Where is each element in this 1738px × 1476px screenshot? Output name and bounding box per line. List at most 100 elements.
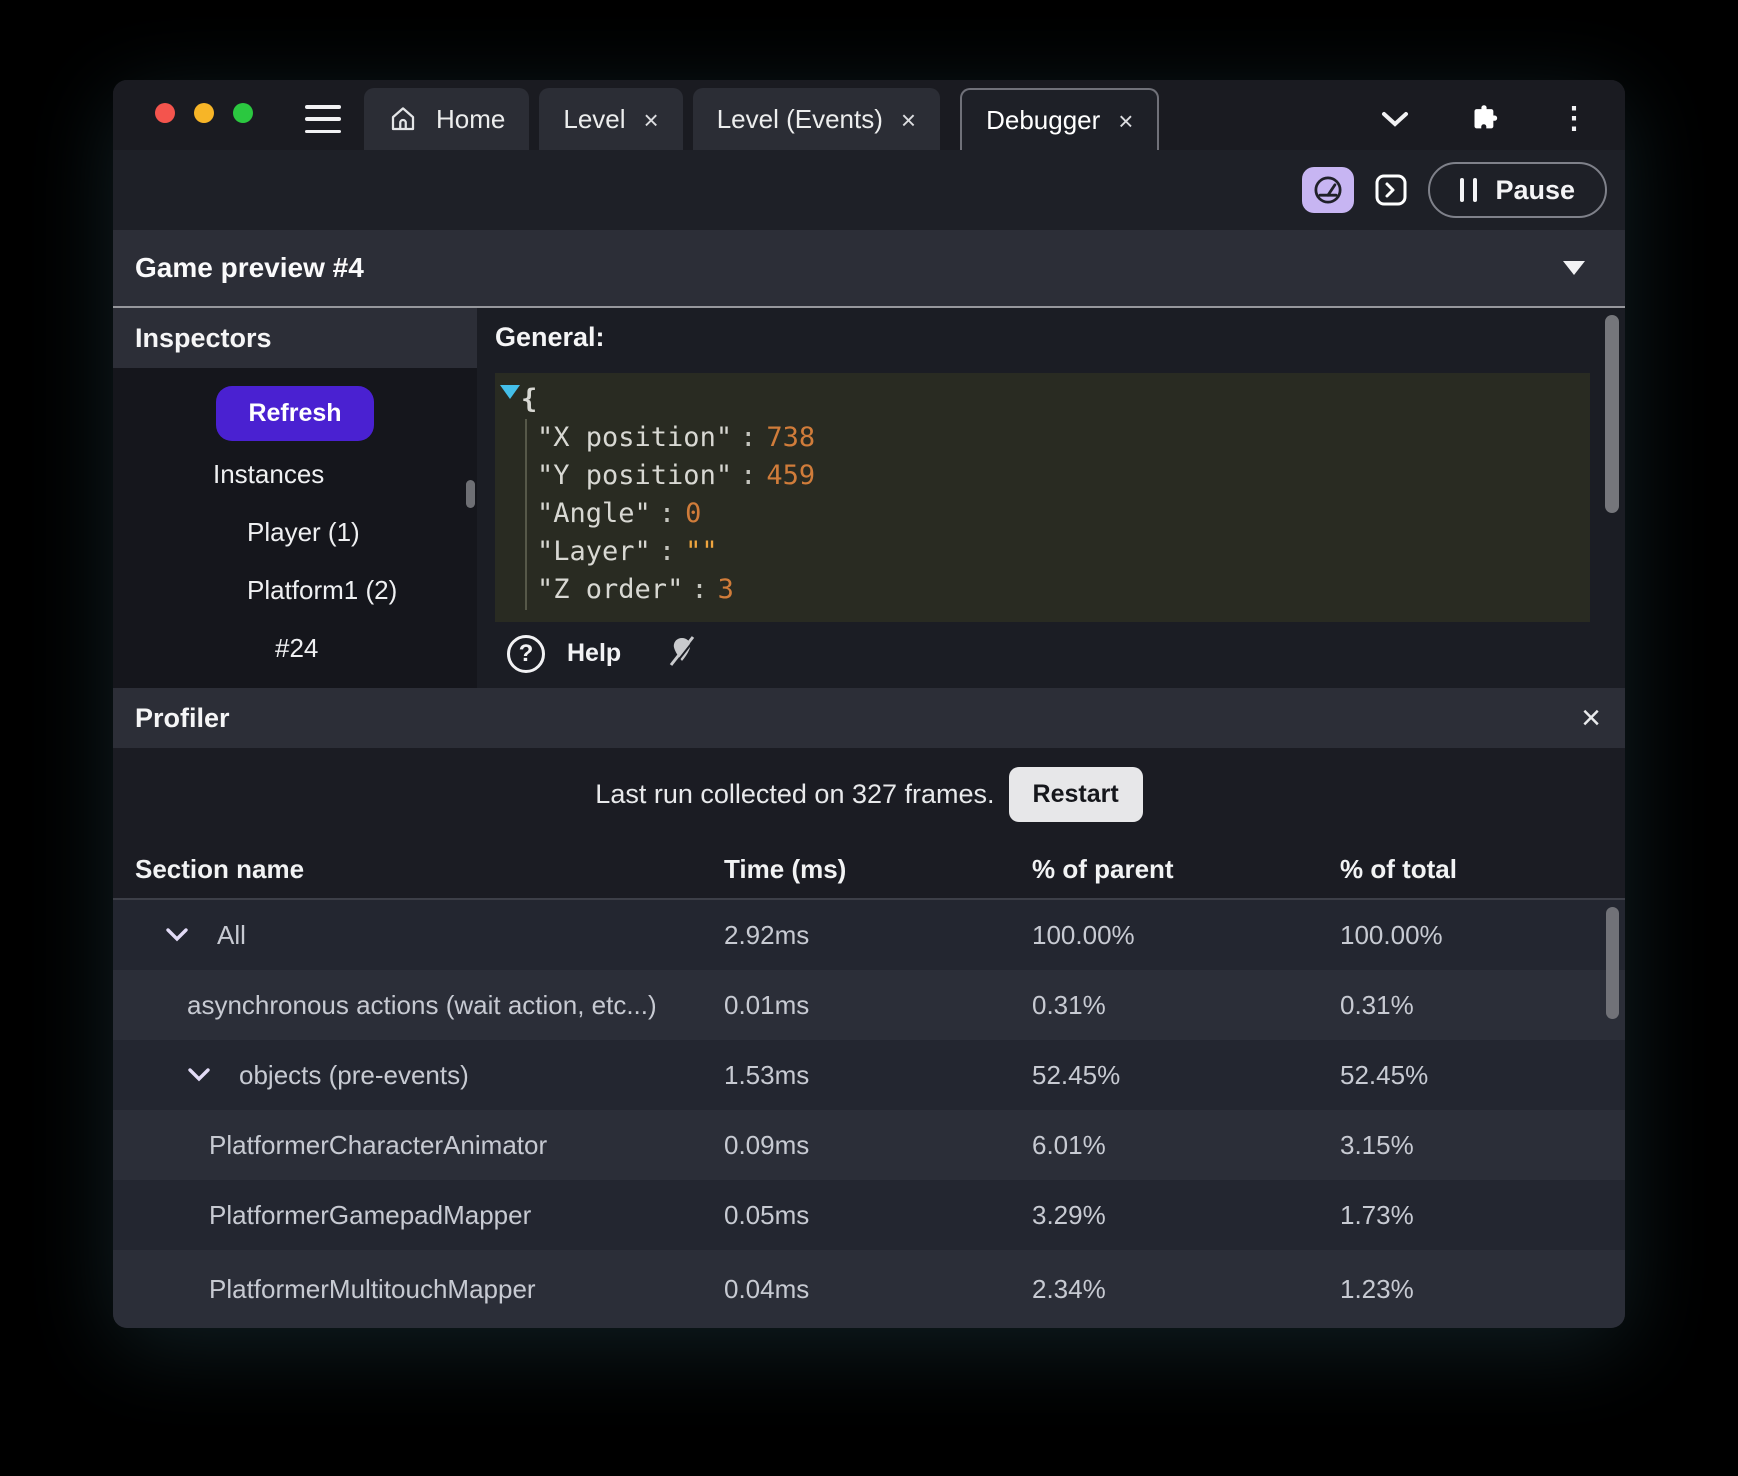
profiler-status-text: Last run collected on 327 frames. xyxy=(595,778,995,809)
table-row[interactable]: objects (pre-events) 1.53ms 52.45% 52.45… xyxy=(113,1040,1625,1110)
json-expander-icon[interactable] xyxy=(500,385,520,399)
table-row[interactable]: PlatformerMultitouchMapper 0.04ms 2.34% … xyxy=(113,1250,1625,1328)
section-name: All xyxy=(217,919,246,950)
maximize-window-button[interactable] xyxy=(233,103,253,123)
json-open-brace: { xyxy=(521,384,538,415)
collapse-caret-icon[interactable] xyxy=(1563,261,1585,275)
tree-item-instances[interactable]: Instances xyxy=(113,445,477,503)
debugger-window: Home Level × Level (Events) × Debugger × xyxy=(113,80,1625,1328)
close-window-button[interactable] xyxy=(155,103,175,123)
page-title: Game preview #4 xyxy=(135,252,364,283)
table-row[interactable]: All 2.92ms 100.00% 100.00% xyxy=(113,900,1625,970)
debugger-main-split: Inspectors Refresh Instances Player (1) … xyxy=(113,308,1625,688)
general-scrollbar[interactable] xyxy=(1605,315,1619,513)
percent-total-value: 52.45% xyxy=(1340,1059,1429,1090)
window-controls xyxy=(155,103,253,123)
help-icon[interactable]: ? xyxy=(507,634,545,673)
profiler-title: Profiler xyxy=(135,702,230,733)
json-value: 738 xyxy=(766,422,816,453)
json-value: "" xyxy=(685,536,718,567)
tab-label: Level xyxy=(563,103,626,134)
percent-total-value: 1.73% xyxy=(1340,1199,1414,1230)
minimize-window-button[interactable] xyxy=(194,103,214,123)
profiler-body: Last run collected on 327 frames. Restar… xyxy=(113,748,1625,1328)
column-header-section-name: Section name xyxy=(135,853,305,884)
json-colon: : xyxy=(740,422,757,453)
profiler-gauge-button[interactable] xyxy=(1302,167,1355,213)
tree-item-platform1[interactable]: Platform1 (2) xyxy=(113,561,477,619)
time-value: 2.92ms xyxy=(724,919,810,950)
json-key: Z order xyxy=(537,574,683,605)
unpin-icon[interactable] xyxy=(667,634,697,673)
time-value: 0.04ms xyxy=(724,1273,810,1304)
tab-level-events[interactable]: Level (Events) × xyxy=(692,88,941,150)
hamburger-menu-icon[interactable] xyxy=(305,105,341,133)
overflow-menu-icon[interactable]: ⋮ xyxy=(1559,104,1589,134)
json-key: Layer xyxy=(537,536,651,567)
percent-total-value: 3.15% xyxy=(1340,1129,1414,1160)
section-name: PlatformerGamepadMapper xyxy=(209,1199,532,1230)
time-value: 0.01ms xyxy=(724,989,810,1020)
section-name: objects (pre-events) xyxy=(239,1059,469,1090)
time-value: 0.09ms xyxy=(724,1129,810,1160)
json-value: 459 xyxy=(766,460,816,491)
close-icon[interactable]: × xyxy=(644,105,659,133)
game-preview-header[interactable]: Game preview #4 xyxy=(113,230,1625,308)
inspectors-panel-title: Inspectors xyxy=(113,308,477,368)
instance-properties-json: { X position:738 Y position:459 Angle:0 … xyxy=(495,373,1590,622)
titlebar: Home Level × Level (Events) × Debugger × xyxy=(113,80,1625,150)
extensions-puzzle-icon[interactable] xyxy=(1467,102,1501,136)
console-button[interactable] xyxy=(1374,173,1408,207)
json-colon: : xyxy=(691,574,708,605)
json-key: Angle xyxy=(537,498,651,529)
json-colon: : xyxy=(658,498,676,529)
indent-guide xyxy=(525,419,527,610)
tab-level[interactable]: Level × xyxy=(539,88,683,150)
time-value: 0.05ms xyxy=(724,1199,810,1230)
table-row[interactable]: PlatformerCharacterAnimator 0.09ms 6.01%… xyxy=(113,1110,1625,1180)
percent-parent-value: 2.34% xyxy=(1032,1273,1106,1304)
tab-label: Home xyxy=(436,103,506,134)
close-icon[interactable]: × xyxy=(901,105,916,133)
gauge-icon xyxy=(1314,176,1342,204)
percent-total-value: 100.00% xyxy=(1340,919,1443,950)
section-name: PlatformerCharacterAnimator xyxy=(209,1129,548,1160)
section-name: PlatformerMultitouchMapper xyxy=(209,1273,536,1304)
json-property-angle: Angle:0 xyxy=(495,495,1590,533)
chevron-down-icon[interactable] xyxy=(187,1067,213,1083)
chevron-down-icon[interactable] xyxy=(165,927,191,943)
help-label: Help xyxy=(567,639,622,667)
json-property-y-position: Y position:459 xyxy=(495,457,1590,495)
tree-item-player[interactable]: Player (1) xyxy=(113,503,477,561)
titlebar-actions: ⋮ xyxy=(1381,102,1589,136)
percent-parent-value: 100.00% xyxy=(1032,919,1135,950)
column-header-time: Time (ms) xyxy=(724,853,847,884)
json-key: Y position xyxy=(537,460,732,491)
close-icon[interactable]: × xyxy=(1581,701,1601,735)
restart-button[interactable]: Restart xyxy=(1008,766,1143,822)
tree-item-instance-24[interactable]: #24 xyxy=(113,619,477,677)
profiler-table-scrollbar[interactable] xyxy=(1606,907,1619,1019)
chevron-down-icon[interactable] xyxy=(1381,110,1409,128)
table-row[interactable]: PlatformerGamepadMapper 0.05ms 3.29% 1.7… xyxy=(113,1180,1625,1250)
profiler-table-header: Section name Time (ms) % of parent % of … xyxy=(113,840,1625,898)
percent-parent-value: 52.45% xyxy=(1032,1059,1121,1090)
pause-button[interactable]: Pause xyxy=(1428,162,1607,218)
column-header-percent-parent: % of parent xyxy=(1032,853,1174,884)
tab-home[interactable]: Home xyxy=(364,88,530,150)
table-row[interactable]: asynchronous actions (wait action, etc..… xyxy=(113,970,1625,1040)
general-panel: General: { X position:738 Y position:459… xyxy=(477,308,1625,688)
tab-debugger[interactable]: Debugger × xyxy=(960,88,1160,150)
close-icon[interactable]: × xyxy=(1118,106,1133,134)
json-colon: : xyxy=(740,460,757,491)
inspectors-scrollbar[interactable] xyxy=(466,480,475,508)
profiler-table-rows: All 2.92ms 100.00% 100.00% asynchronous … xyxy=(113,898,1625,1328)
percent-total-value: 0.31% xyxy=(1340,989,1414,1020)
inspectors-panel: Inspectors Refresh Instances Player (1) … xyxy=(113,308,477,688)
profiler-status-row: Last run collected on 327 frames. Restar… xyxy=(113,748,1625,840)
refresh-button[interactable]: Refresh xyxy=(216,386,374,441)
json-value: 0 xyxy=(685,498,702,529)
json-key: X position xyxy=(537,422,732,453)
pause-label: Pause xyxy=(1495,174,1575,205)
tab-strip: Home Level × Level (Events) × Debugger × xyxy=(364,88,1160,150)
